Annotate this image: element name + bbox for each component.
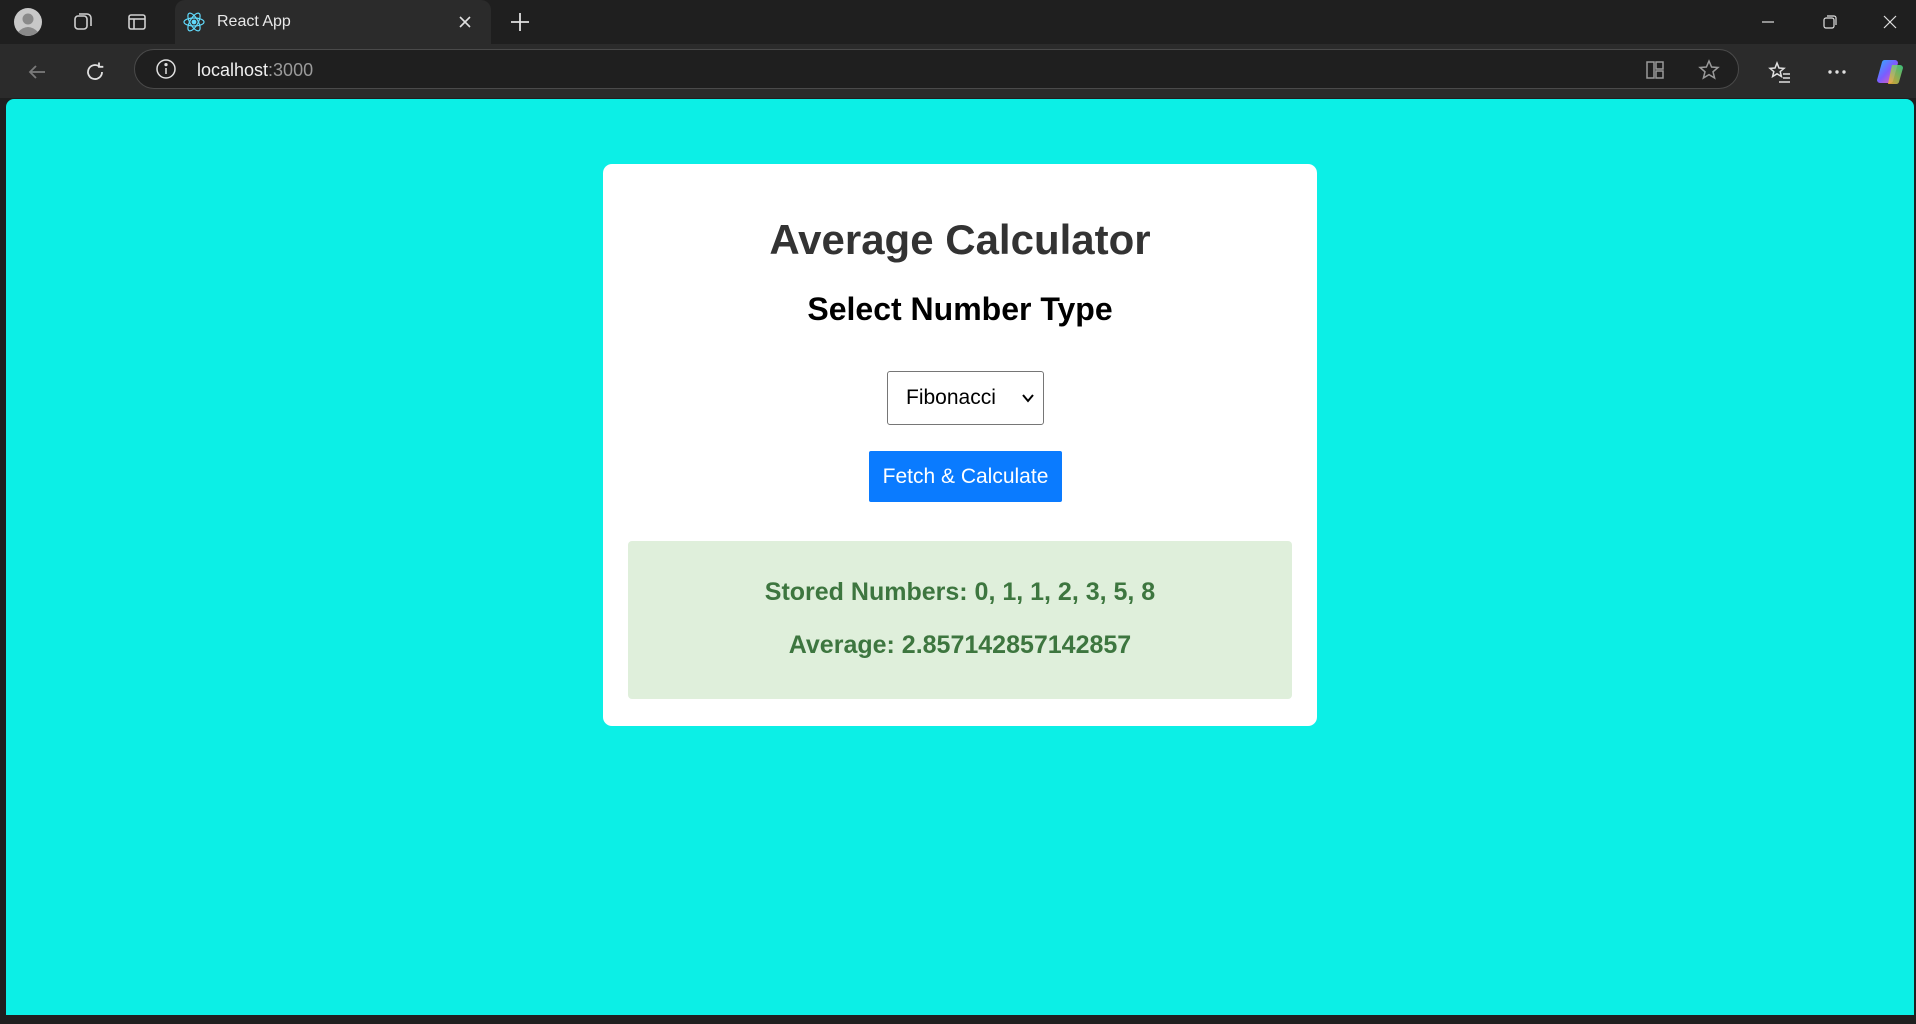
active-tab[interactable]: React App <box>175 0 491 44</box>
page-title: Average Calculator <box>769 216 1151 263</box>
favorite-star-icon[interactable] <box>1697 58 1721 82</box>
close-tab-icon[interactable] <box>454 11 476 33</box>
window-bottom-edge <box>0 1015 1916 1024</box>
page-viewport: Average Calculator Select Number Type Fi… <box>6 99 1914 1015</box>
number-type-select[interactable]: Fibonacci <box>887 371 1044 425</box>
calculator-card: Average Calculator Select Number Type Fi… <box>603 164 1317 726</box>
reload-icon[interactable] <box>80 57 110 87</box>
new-tab-icon[interactable] <box>507 9 533 35</box>
react-logo-icon <box>183 12 205 32</box>
copilot-icon[interactable] <box>1876 57 1906 87</box>
tab-title: React App <box>217 13 291 30</box>
section-heading: Select Number Type <box>807 291 1113 327</box>
more-options-icon[interactable] <box>1822 57 1852 87</box>
average-text: Average: 2.857142857142857 <box>788 631 1132 659</box>
select-value: Fibonacci <box>906 386 996 409</box>
back-arrow-icon[interactable] <box>22 57 52 87</box>
minimize-icon[interactable] <box>1754 8 1782 36</box>
tab-actions-icon[interactable] <box>122 7 152 37</box>
site-info-icon[interactable] <box>155 58 177 80</box>
app-available-icon[interactable] <box>1643 58 1667 82</box>
favorites-list-icon[interactable] <box>1765 57 1795 87</box>
workspaces-icon[interactable] <box>68 7 98 37</box>
restore-icon[interactable] <box>1816 8 1844 36</box>
address-bar[interactable]: localhost:3000 <box>134 49 1739 89</box>
profile-avatar-icon[interactable] <box>13 7 43 37</box>
fetch-calculate-button[interactable]: Fetch & Calculate <box>869 451 1062 502</box>
url-text[interactable]: localhost:3000 <box>197 60 313 81</box>
close-window-icon[interactable] <box>1876 8 1904 36</box>
result-panel: Stored Numbers: 0, 1, 1, 2, 3, 5, 8 Aver… <box>628 541 1292 699</box>
browser-tab-bar: React App <box>0 0 1916 44</box>
chevron-down-icon <box>1022 394 1034 403</box>
browser-toolbar: localhost:3000 <box>0 44 1916 98</box>
stored-numbers-text: Stored Numbers: 0, 1, 1, 2, 3, 5, 8 <box>764 578 1156 606</box>
